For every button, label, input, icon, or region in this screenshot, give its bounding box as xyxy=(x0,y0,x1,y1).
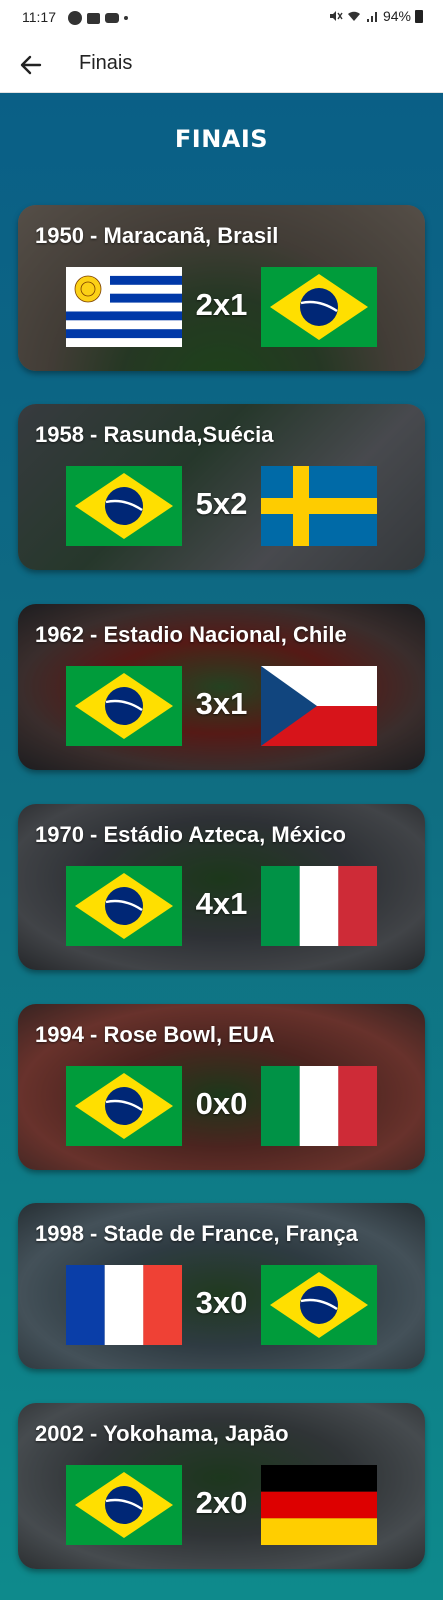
final-card-2002[interactable]: 2002 - Yokohama, Japão 2x0 xyxy=(18,1403,425,1569)
germany-flag-icon xyxy=(261,1465,377,1545)
notification-icons xyxy=(68,10,128,26)
final-title: 1958 - Rasunda,Suécia xyxy=(35,422,274,447)
battery-icon xyxy=(415,9,423,23)
match-score: 2x0 xyxy=(195,1485,248,1520)
final-title: 2002 - Yokohama, Japão xyxy=(35,1421,289,1446)
final-card-1998[interactable]: 1998 - Stade de France, França 3x0 xyxy=(18,1203,425,1369)
more-notifications-dot-icon xyxy=(124,16,128,20)
sweden-flag-icon xyxy=(261,466,377,546)
page-title: FINAIS xyxy=(174,125,269,153)
match-score: 0x0 xyxy=(195,1086,248,1121)
brazil-flag-icon xyxy=(66,466,182,546)
youtube-icon xyxy=(105,13,119,23)
czechoslovakia-flag-icon xyxy=(261,666,377,746)
arrow-left-icon xyxy=(20,55,42,75)
brazil-flag-icon xyxy=(66,866,182,946)
mute-icon xyxy=(329,11,343,21)
app-bar-title: Finais xyxy=(79,52,133,74)
back-button[interactable] xyxy=(14,48,48,82)
brazil-flag-icon xyxy=(261,1265,377,1345)
app-bar: Finais xyxy=(0,36,443,93)
final-card-1994[interactable]: 1994 - Rose Bowl, EUA 0x0 xyxy=(18,1004,425,1170)
france-flag-icon xyxy=(66,1265,182,1345)
battery-percentage: 94% xyxy=(382,8,411,24)
brazil-flag-icon xyxy=(66,666,182,746)
match-score: 5x2 xyxy=(195,486,248,521)
system-status-icons: 94% xyxy=(329,8,423,24)
status-time: 11:17 xyxy=(22,9,56,25)
final-title: 1962 - Estadio Nacional, Chile xyxy=(35,622,347,647)
app-notification-icon xyxy=(68,11,82,25)
final-card-1950[interactable]: 1950 - Maracanã, Brasil 2x1 xyxy=(18,205,425,371)
wifi-icon xyxy=(347,11,360,21)
final-title: 1970 - Estádio Azteca, México xyxy=(35,822,346,847)
match-score: 3x0 xyxy=(195,1285,248,1320)
brazil-flag-icon xyxy=(66,1066,182,1146)
signal-icon xyxy=(366,12,377,22)
final-title: 1950 - Maracanã, Brasil xyxy=(35,223,279,248)
finals-screen: FINAIS 1950 - Maracanã, Brasil 2x1 1958 … xyxy=(0,93,443,1600)
brazil-flag-icon xyxy=(66,1465,182,1545)
match-score: 2x1 xyxy=(195,287,248,322)
final-card-1962[interactable]: 1962 - Estadio Nacional, Chile 3x1 xyxy=(18,604,425,770)
final-card-1958[interactable]: 1958 - Rasunda,Suécia 5x2 xyxy=(18,404,425,570)
italy-flag-icon xyxy=(261,866,377,946)
italy-flag-icon xyxy=(261,1066,377,1146)
match-score: 3x1 xyxy=(195,686,248,721)
brazil-flag-icon xyxy=(261,267,377,347)
uruguay-flag-icon xyxy=(66,267,182,347)
message-icon xyxy=(87,12,100,24)
final-card-1970[interactable]: 1970 - Estádio Azteca, México 4x1 xyxy=(18,804,425,970)
status-bar: 11:17 94% xyxy=(0,0,443,36)
final-title: 1998 - Stade de France, França xyxy=(35,1221,358,1246)
final-title: 1994 - Rose Bowl, EUA xyxy=(35,1022,275,1047)
match-score: 4x1 xyxy=(195,886,248,921)
